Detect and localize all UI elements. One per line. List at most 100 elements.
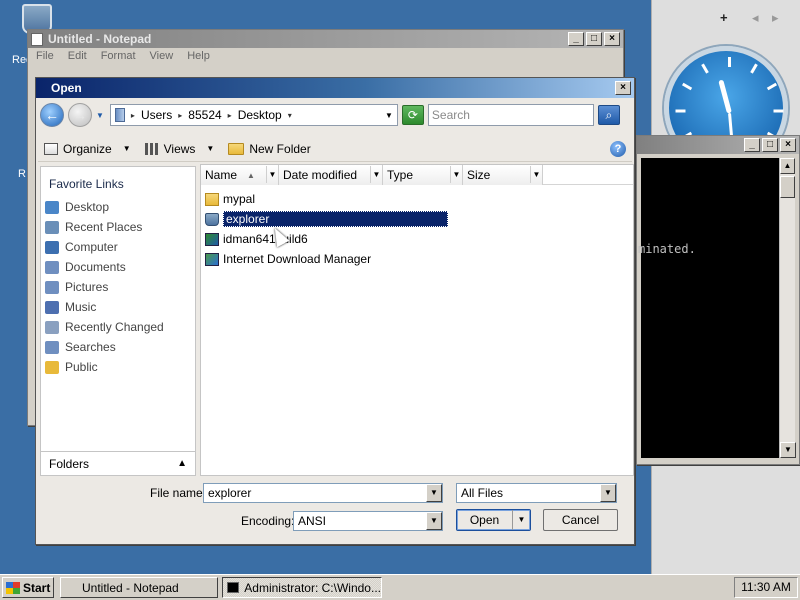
taskbar-notepad-button[interactable]: Untitled - Notepad: [60, 577, 218, 598]
open-options-dropdown-icon[interactable]: ▼: [512, 510, 530, 530]
favorite-link-label: Recently Changed: [65, 320, 164, 334]
cancel-button[interactable]: Cancel: [543, 509, 618, 531]
menu-format[interactable]: Format: [101, 50, 136, 65]
scroll-up-button[interactable]: ▲: [780, 158, 795, 174]
console-window[interactable]: _ □ × minated. ▲ ▼: [636, 135, 800, 465]
file-type-value: All Files: [461, 486, 504, 500]
notepad-title: Untitled - Notepad: [48, 32, 152, 46]
favorite-link-label: Desktop: [65, 200, 110, 214]
folders-label: Folders: [49, 456, 90, 471]
start-label: Start: [23, 580, 51, 595]
views-button[interactable]: Views ▼: [144, 141, 214, 156]
new-folder-button[interactable]: New Folder: [228, 142, 311, 156]
favorite-link-label: Pictures: [65, 280, 109, 294]
chevron-down-icon[interactable]: ▼: [426, 484, 442, 502]
column-name[interactable]: Name ▲ ▼: [201, 165, 279, 185]
chevron-right-icon[interactable]: ▸: [131, 111, 135, 120]
favorite-link-desktop[interactable]: Desktop: [41, 197, 195, 217]
column-size-dropdown[interactable]: ▼: [530, 166, 542, 183]
menu-view[interactable]: View: [150, 50, 174, 65]
navigation-pane: Favorite Links Desktop Recent Places Compu…: [40, 166, 196, 476]
maximize-button[interactable]: □: [762, 138, 778, 152]
close-button[interactable]: ×: [780, 138, 796, 152]
taskbar-console-button[interactable]: Administrator: C:\Windo...: [222, 577, 382, 598]
menu-help[interactable]: Help: [187, 50, 210, 65]
open-dialog-titlebar[interactable]: Open ×: [36, 78, 634, 98]
address-bar[interactable]: ▸ Users ▸ 85524 ▸ Desktop ▾ ▼: [109, 104, 398, 126]
search-input[interactable]: Search: [427, 104, 594, 126]
scroll-thumb[interactable]: [780, 176, 795, 198]
system-tray-clock[interactable]: 11:30 AM: [734, 577, 798, 598]
console-output[interactable]: minated.: [638, 158, 781, 458]
start-button[interactable]: Start: [2, 577, 54, 598]
console-scrollbar[interactable]: ▲ ▼: [779, 158, 796, 458]
search-placeholder: Search: [431, 108, 470, 122]
add-gadget-button[interactable]: +: [720, 10, 728, 25]
organize-button[interactable]: Organize ▼: [44, 142, 131, 156]
next-gadget-button[interactable]: ▸: [772, 10, 779, 26]
chevron-down-icon[interactable]: ▼: [426, 512, 442, 530]
chevron-right-icon[interactable]: ▸: [228, 111, 232, 120]
breadcrumb-users[interactable]: Users: [141, 108, 172, 122]
chevron-down-icon[interactable]: ▾: [288, 111, 292, 120]
favorite-link-documents[interactable]: Documents: [41, 257, 195, 277]
previous-gadget-button[interactable]: ◂: [752, 10, 759, 26]
open-dialog[interactable]: Open × ← → ▼ ▸ Users ▸ 85524 ▸ Desktop ▾…: [35, 77, 635, 545]
favorite-link-recent-places[interactable]: Recent Places: [41, 217, 195, 237]
maximize-button[interactable]: □: [586, 32, 602, 46]
favorite-link-computer[interactable]: Computer: [41, 237, 195, 257]
chevron-right-icon[interactable]: ▸: [178, 111, 182, 120]
music-icon: [45, 300, 59, 314]
minimize-button[interactable]: _: [568, 32, 584, 46]
folder-icon: [114, 108, 125, 122]
favorite-link-music[interactable]: Music: [41, 297, 195, 317]
column-name-dropdown[interactable]: ▼: [266, 166, 278, 183]
column-type-dropdown[interactable]: ▼: [450, 166, 462, 183]
column-date-dropdown[interactable]: ▼: [370, 166, 382, 183]
menu-file[interactable]: File: [36, 50, 54, 65]
file-list[interactable]: Name ▲ ▼ Date modified ▼ Type ▼ Size ▼ m…: [200, 164, 634, 476]
favorite-links-header: Favorite Links: [49, 177, 124, 191]
clock-time: 11:30 AM: [741, 580, 791, 594]
navigation-bar: ← → ▼ ▸ Users ▸ 85524 ▸ Desktop ▾ ▼ ⟳ Se…: [36, 98, 634, 132]
column-size[interactable]: Size ▼: [463, 165, 543, 185]
scroll-down-button[interactable]: ▼: [780, 442, 796, 458]
views-label: Views: [163, 141, 196, 156]
forward-button[interactable]: →: [68, 103, 92, 127]
notepad-titlebar[interactable]: Untitled - Notepad _ □ ×: [28, 30, 623, 48]
folder-icon: [205, 192, 219, 206]
recent-pages-dropdown-icon[interactable]: ▼: [96, 111, 104, 120]
file-row[interactable]: mypal: [201, 189, 633, 209]
file-type-select[interactable]: All Files ▼: [456, 483, 617, 503]
open-button[interactable]: Open ▼: [456, 509, 531, 531]
folders-toggle[interactable]: Folders ▲: [40, 451, 196, 476]
chevron-up-icon: ▲: [177, 458, 187, 469]
back-button[interactable]: ←: [40, 103, 64, 127]
favorite-link-recently-changed[interactable]: Recently Changed: [41, 317, 195, 337]
close-button[interactable]: ×: [604, 32, 620, 46]
favorite-link-label: Public: [65, 360, 98, 374]
console-titlebar[interactable]: _ □ ×: [637, 136, 799, 154]
favorite-link-label: Recent Places: [65, 220, 143, 234]
file-name-input[interactable]: explorer ▼: [203, 483, 443, 503]
address-dropdown-icon[interactable]: ▼: [385, 111, 393, 120]
menu-edit[interactable]: Edit: [68, 50, 87, 65]
shortcut-icon: [205, 252, 219, 266]
encoding-select[interactable]: ANSI ▼: [293, 511, 443, 531]
chevron-down-icon[interactable]: ▼: [600, 484, 616, 502]
favorite-link-searches[interactable]: Searches: [41, 337, 195, 357]
search-icon[interactable]: ⌕: [597, 105, 620, 125]
file-row[interactable]: explorer: [201, 209, 633, 229]
file-row[interactable]: idman641build6: [201, 229, 633, 249]
column-type[interactable]: Type ▼: [383, 165, 463, 185]
favorite-link-pictures[interactable]: Pictures: [41, 277, 195, 297]
favorite-link-public[interactable]: Public: [41, 357, 195, 377]
help-icon[interactable]: ?: [610, 140, 626, 157]
column-date-modified[interactable]: Date modified ▼: [279, 165, 383, 185]
minimize-button[interactable]: _: [744, 138, 760, 152]
breadcrumb-85524[interactable]: 85524: [188, 108, 221, 122]
file-row[interactable]: Internet Download Manager: [201, 249, 633, 269]
close-button[interactable]: ×: [615, 81, 631, 95]
breadcrumb-desktop[interactable]: Desktop: [238, 108, 282, 122]
refresh-button[interactable]: ⟳: [401, 105, 424, 125]
